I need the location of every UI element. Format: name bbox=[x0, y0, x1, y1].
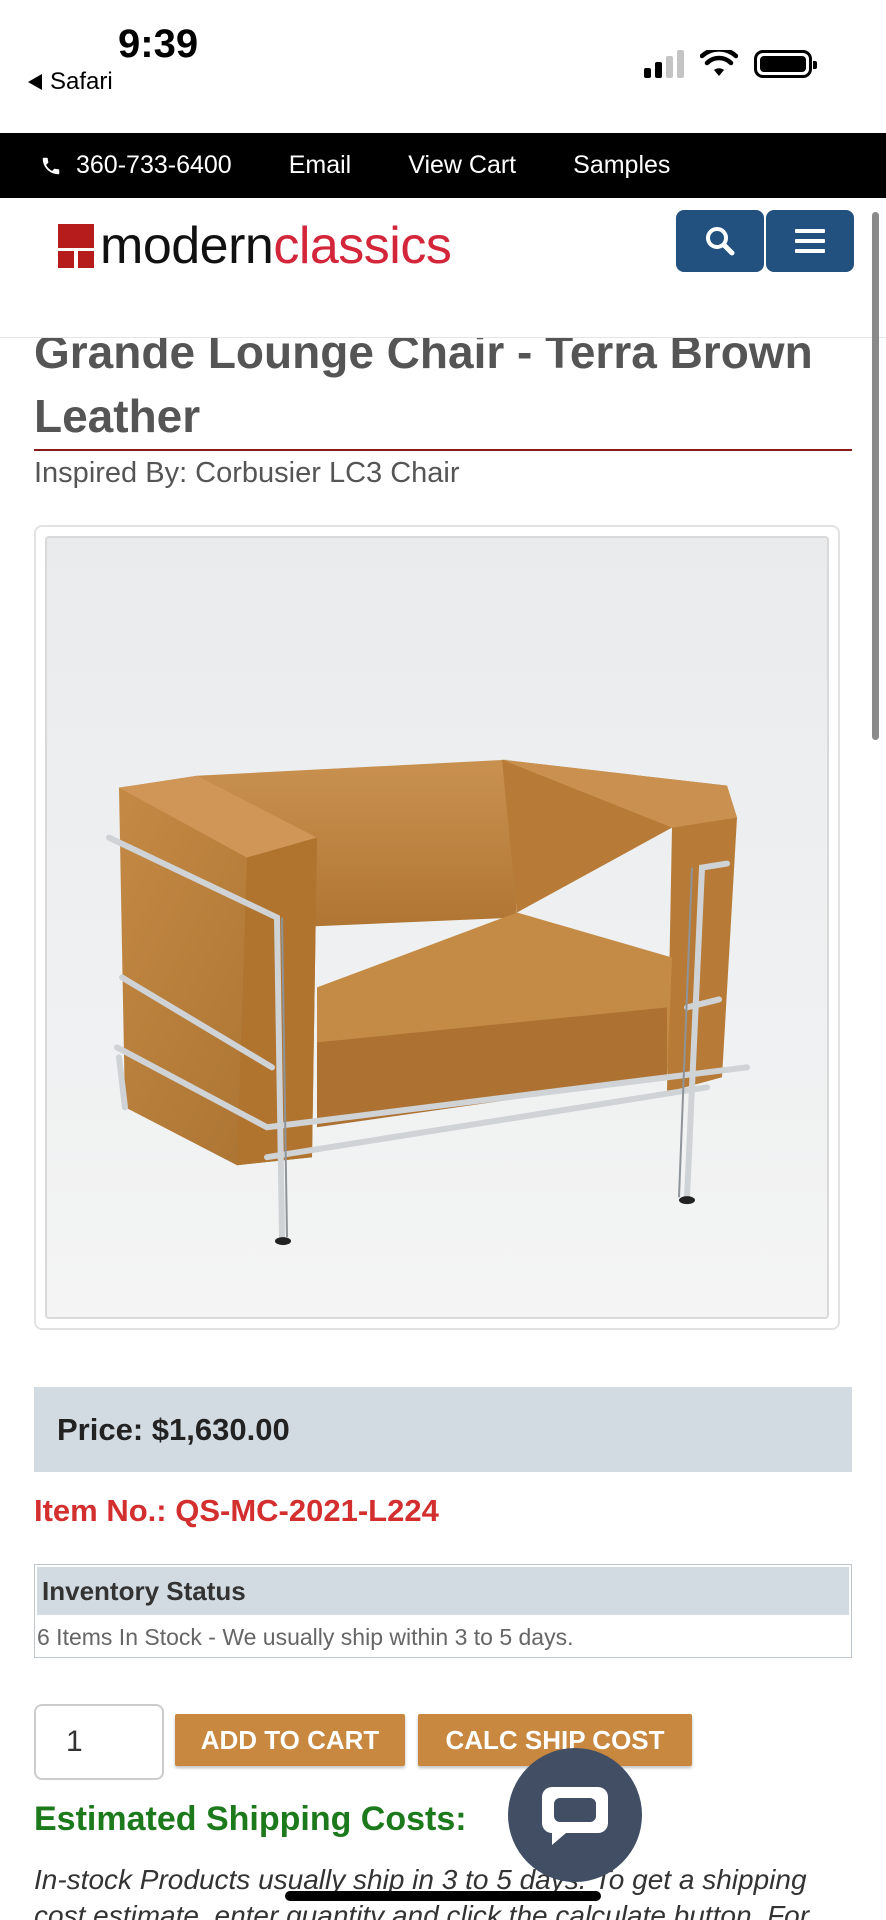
item-number: Item No.: QS-MC-2021-L224 bbox=[34, 1493, 439, 1528]
quantity-input[interactable]: 1 bbox=[34, 1704, 164, 1780]
inspired-by: Inspired By: Corbusier LC3 Chair bbox=[34, 457, 460, 489]
inventory-header: Inventory Status bbox=[37, 1567, 849, 1615]
wifi-icon bbox=[700, 50, 738, 76]
product-image[interactable] bbox=[45, 536, 829, 1319]
price-box: Price: $1,630.00 bbox=[34, 1387, 852, 1472]
top-contact-bar: 360-733-6400 Email View Cart Samples bbox=[0, 133, 886, 198]
logo-text-modern: modern bbox=[100, 217, 274, 275]
signal-icon bbox=[644, 50, 684, 78]
email-link[interactable]: Email bbox=[289, 151, 352, 180]
back-app-label: Safari bbox=[50, 68, 113, 95]
product-image-frame bbox=[34, 525, 840, 1330]
back-to-safari[interactable]: Safari bbox=[28, 68, 113, 96]
chat-icon bbox=[542, 1787, 608, 1845]
title-divider bbox=[34, 449, 852, 451]
status-bar: 9:39 Safari bbox=[0, 0, 886, 133]
back-arrow-icon bbox=[28, 74, 42, 90]
logo-mark-icon bbox=[58, 224, 94, 268]
phone-number: 360-733-6400 bbox=[76, 151, 232, 179]
view-cart-link[interactable]: View Cart bbox=[408, 151, 516, 180]
phone-icon bbox=[42, 157, 60, 174]
shipping-heading: Estimated Shipping Costs: bbox=[34, 1800, 467, 1838]
page-scrollbar[interactable] bbox=[872, 212, 879, 740]
chair-image bbox=[47, 538, 827, 1317]
search-icon bbox=[706, 227, 735, 256]
battery-icon bbox=[754, 50, 817, 78]
site-header: modernclassics bbox=[0, 198, 886, 338]
site-logo[interactable]: modernclassics bbox=[58, 217, 452, 275]
samples-link[interactable]: Samples bbox=[573, 151, 670, 180]
search-button[interactable] bbox=[676, 210, 764, 272]
price-text: Price: $1,630.00 bbox=[57, 1411, 290, 1447]
status-time: 9:39 bbox=[118, 22, 199, 66]
inventory-table: Inventory Status 6 Items In Stock - We u… bbox=[34, 1564, 852, 1658]
status-icons bbox=[644, 50, 817, 78]
inventory-status: 6 Items In Stock - We usually ship withi… bbox=[37, 1623, 574, 1650]
menu-icon bbox=[795, 229, 825, 253]
menu-button[interactable] bbox=[766, 210, 854, 272]
phone-link[interactable]: 360-733-6400 bbox=[40, 151, 232, 180]
title-clip: Grande Lounge Chair - Terra Brown Leathe… bbox=[0, 338, 886, 458]
logo-text-classics: classics bbox=[273, 217, 452, 275]
home-indicator bbox=[285, 1891, 601, 1901]
product-title: Grande Lounge Chair - Terra Brown Leathe… bbox=[34, 338, 813, 442]
add-to-cart-button[interactable]: ADD TO CART bbox=[175, 1714, 405, 1766]
chat-button[interactable] bbox=[508, 1748, 642, 1882]
